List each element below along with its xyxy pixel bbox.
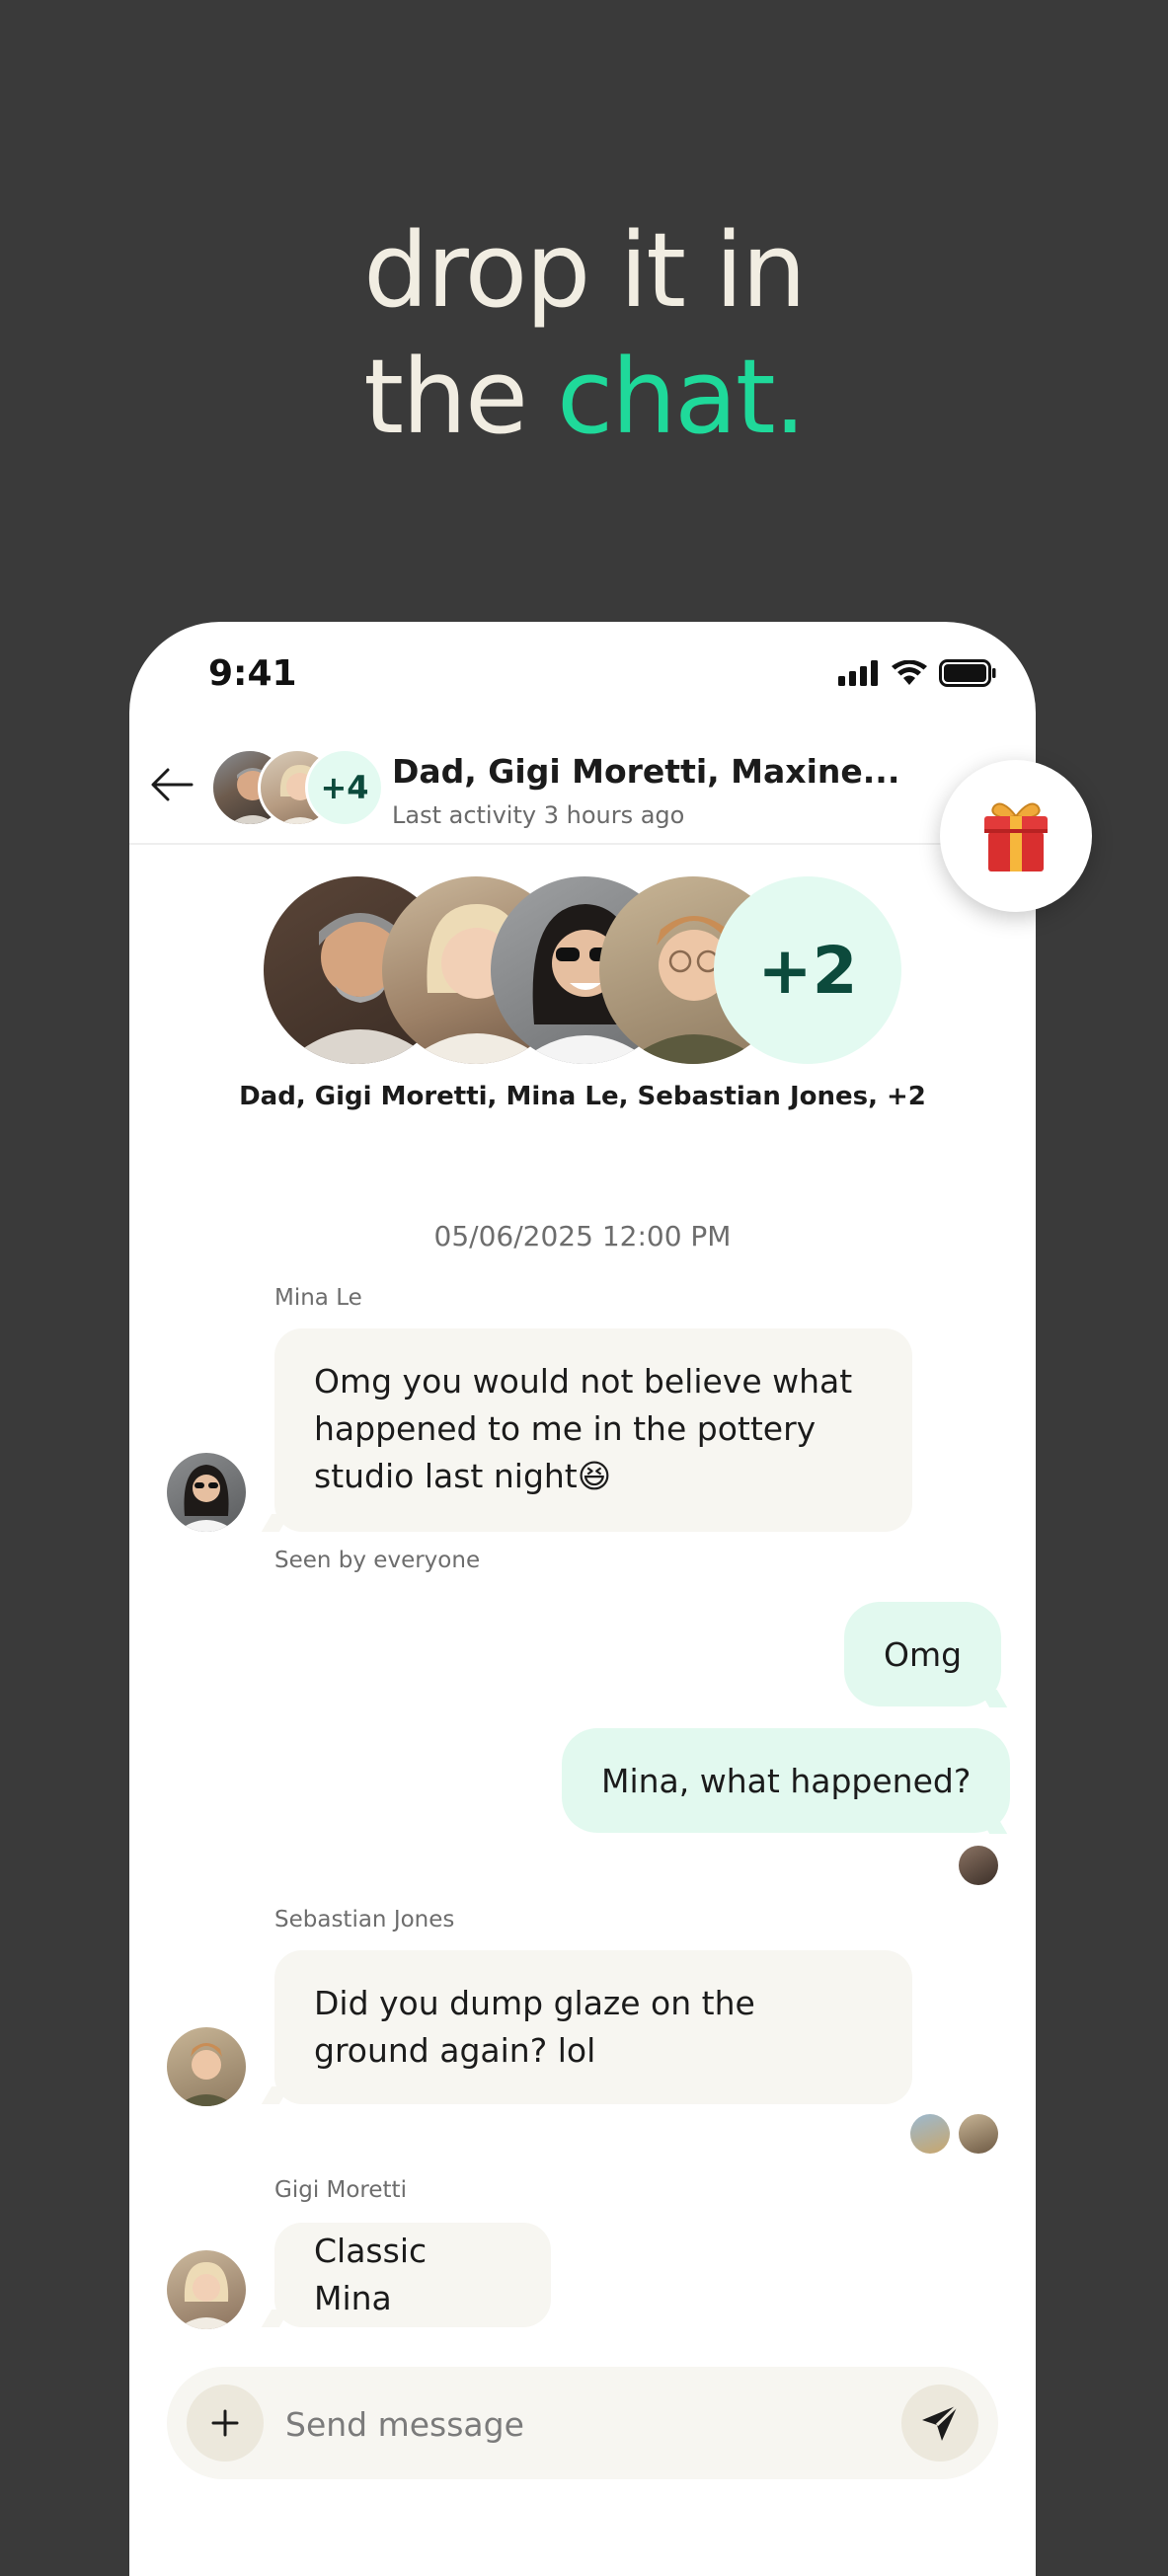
- headline-line-2-prefix: the: [363, 337, 558, 457]
- message-bubble-incoming[interactable]: Did you dump glaze on the ground again? …: [274, 1950, 912, 2104]
- avatar-face-icon: [177, 1465, 236, 1532]
- message-text: Did you dump glaze on the ground again? …: [314, 1984, 755, 2070]
- read-receipt-avatar: [959, 1846, 998, 1885]
- message-text: Omg: [884, 1634, 963, 1674]
- message-sender: Sebastian Jones: [274, 1907, 455, 1932]
- avatar[interactable]: [167, 2250, 246, 2329]
- plus-icon: [211, 2409, 239, 2437]
- message-sender: Gigi Moretti: [274, 2177, 407, 2203]
- cellular-signal-icon: [838, 660, 878, 686]
- chat-header: +4 Dad, Gigi Moretti, Maxine... Last act…: [129, 728, 1036, 845]
- group-member-names: Dad, Gigi Moretti, Mina Le, Sebastian Jo…: [239, 1082, 926, 1111]
- message-bubble-outgoing[interactable]: Mina, what happened?: [562, 1728, 1011, 1833]
- headline: drop it in the chat.: [0, 207, 1168, 460]
- send-icon: [922, 2403, 960, 2441]
- conversation-timestamp: 05/06/2025 12:00 PM: [433, 1220, 732, 1252]
- add-attachment-button[interactable]: [187, 2385, 264, 2462]
- chat-title[interactable]: Dad, Gigi Moretti, Maxine...: [392, 752, 899, 791]
- headline-line-1: drop it in: [363, 210, 807, 331]
- group-avatar-row: +2: [264, 876, 915, 1064]
- avatar-extra-count: +4: [305, 748, 384, 827]
- headline-line-2: the chat.: [0, 334, 1168, 460]
- message-bubble-outgoing[interactable]: Omg: [844, 1602, 1002, 1706]
- arrow-left-icon: [151, 768, 194, 801]
- avatar-face-icon: [177, 2262, 236, 2329]
- seen-receipt: Seen by everyone: [274, 1548, 481, 1573]
- message-bubble-incoming[interactable]: Classic Mina: [274, 2223, 551, 2327]
- bubble-tail: [978, 1690, 1008, 1707]
- read-receipt-avatar: [959, 2114, 998, 2154]
- headline-accent: chat.: [557, 337, 807, 457]
- message-bubble-incoming[interactable]: Omg you would not believe what happened …: [274, 1328, 912, 1532]
- message-text: Mina, what happened?: [601, 1761, 972, 1800]
- battery-icon: [939, 659, 996, 687]
- read-receipt-avatar: [910, 2114, 950, 2154]
- header-avatar-stack[interactable]: +4: [210, 748, 388, 827]
- status-time: 9:41: [208, 653, 297, 694]
- gift-button[interactable]: [940, 760, 1092, 912]
- wifi-icon: [892, 659, 927, 685]
- message-text: Classic Mina: [314, 2232, 428, 2317]
- message-sender: Mina Le: [274, 1285, 362, 1311]
- laughing-emoji-icon: 😆: [577, 1457, 612, 1495]
- avatar-face-icon: [177, 2043, 236, 2106]
- status-icons: [838, 659, 996, 687]
- send-button[interactable]: [901, 2385, 978, 2462]
- gift-icon: [984, 802, 1048, 871]
- back-button[interactable]: [147, 760, 196, 809]
- message-composer: [167, 2367, 998, 2479]
- avatar[interactable]: [167, 2027, 246, 2106]
- message-input[interactable]: [283, 2385, 860, 2463]
- last-activity-text: Last activity 3 hours ago: [392, 801, 685, 829]
- group-extra-count: +2: [714, 876, 901, 1064]
- avatar[interactable]: [167, 1453, 246, 1532]
- phone-screen: 9:41 +4 Dad, Gigi Moretti, Maxine... Las…: [129, 622, 1036, 2576]
